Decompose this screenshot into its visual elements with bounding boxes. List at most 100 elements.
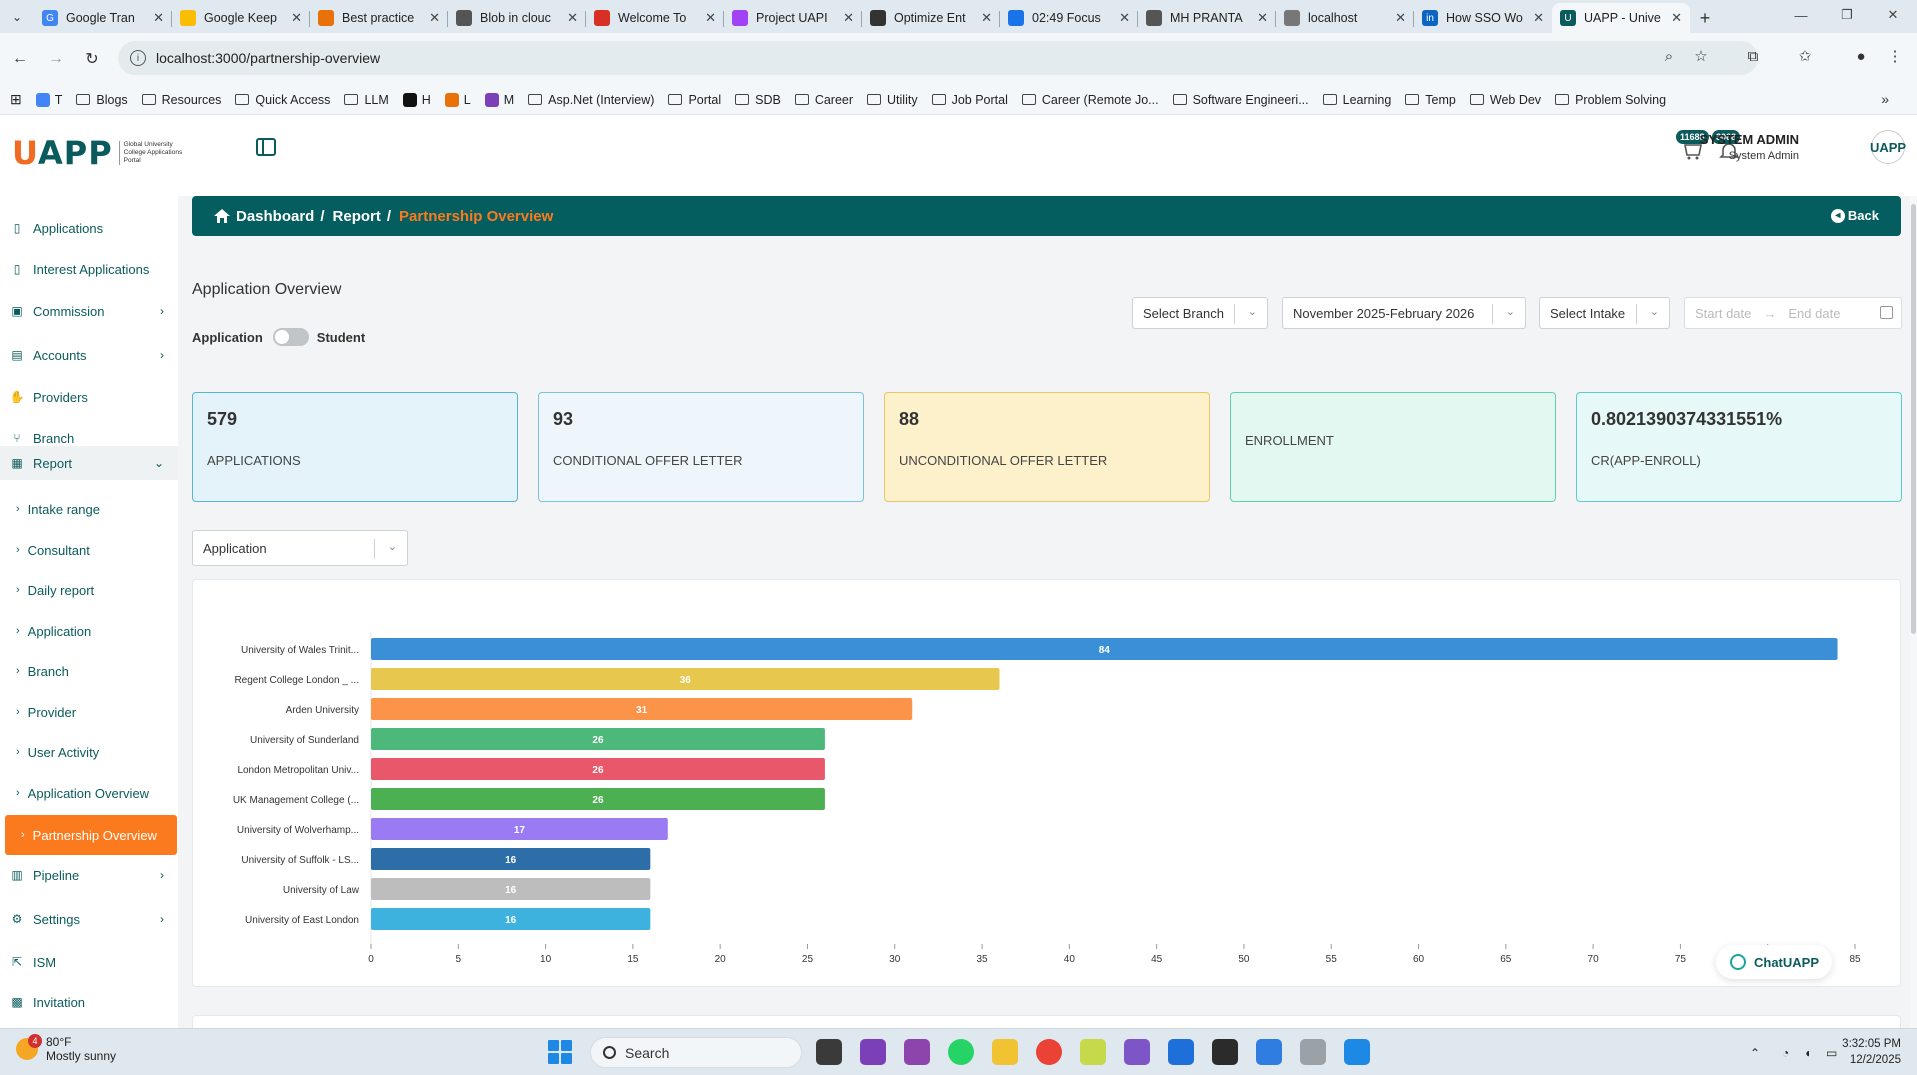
site-info-icon[interactable]: i xyxy=(130,50,146,66)
sidebar-sub-partnership-overview[interactable]: › Partnership Overview xyxy=(5,815,177,855)
browser-tab[interactable]: Google Keep ✕ xyxy=(172,3,310,33)
branch-select[interactable]: Select Branch ⌄ xyxy=(1132,297,1268,329)
tab-close-icon[interactable]: ✕ xyxy=(429,10,440,26)
tab-close-icon[interactable]: ✕ xyxy=(981,10,992,26)
forward-nav-icon[interactable]: → xyxy=(42,45,70,73)
bookmark-item[interactable]: L xyxy=(444,92,471,107)
sidebar-item-providers[interactable]: ✋ Providers xyxy=(0,380,178,414)
wifi-icon[interactable]: ◔ xyxy=(1782,1029,1789,1075)
tab-close-icon[interactable]: ✕ xyxy=(1533,10,1544,26)
tab-close-icon[interactable]: ✕ xyxy=(843,10,854,26)
system-clock[interactable]: 3:32:05 PM 12/2/2025 xyxy=(1842,1036,1901,1068)
vscode-icon[interactable] xyxy=(1344,1039,1370,1065)
chart-type-select[interactable]: Application ⌄ xyxy=(192,530,408,566)
bookmark-item[interactable]: T xyxy=(35,92,62,107)
tab-close-icon[interactable]: ✕ xyxy=(1119,10,1130,26)
file-explorer-icon[interactable] xyxy=(992,1039,1018,1065)
windows-start-icon[interactable] xyxy=(548,1040,572,1064)
sidebar-sub-intake-range[interactable]: › Intake range xyxy=(0,492,178,526)
app-icon[interactable] xyxy=(1300,1039,1326,1065)
tab-close-icon[interactable]: ✕ xyxy=(153,10,164,26)
whatsapp-icon[interactable] xyxy=(948,1039,974,1065)
sidebar-sub-daily-report[interactable]: › Daily report xyxy=(0,573,178,607)
bookmark-item[interactable]: Software Engineeri... xyxy=(1172,93,1309,107)
browser-tab[interactable]: MH PRANTA ✕ xyxy=(1138,3,1276,33)
browser-tab[interactable]: U UAPP - Unive ✕ xyxy=(1552,3,1690,33)
bookmark-item[interactable]: Resources xyxy=(141,93,221,107)
terminal-icon[interactable] xyxy=(1212,1039,1238,1065)
bookmark-item[interactable]: Asp.Net (Interview) xyxy=(528,93,654,107)
bookmark-item[interactable]: Learning xyxy=(1322,93,1391,107)
browser-tab[interactable]: in How SSO Wo ✕ xyxy=(1414,3,1552,33)
browser-tab[interactable]: localhost ✕ xyxy=(1276,3,1414,33)
sidebar-item-invitation[interactable]: ▩ Invitation xyxy=(0,985,178,1019)
sidebar-item-report[interactable]: ▦ Report ⌄ xyxy=(0,446,178,480)
sidebar-sub-user-activity[interactable]: › User Activity xyxy=(0,735,178,769)
bookmark-item[interactable]: Career (Remote Jo... xyxy=(1021,93,1159,107)
new-tab-button[interactable]: + xyxy=(1690,3,1720,33)
uapp-logo[interactable]: UAPP Global University College Applicati… xyxy=(12,134,189,172)
browser-tab[interactable]: Best practice ✕ xyxy=(310,3,448,33)
tab-close-icon[interactable]: ✕ xyxy=(1395,10,1406,26)
tab-close-icon[interactable]: ✕ xyxy=(567,10,578,26)
task-view-icon[interactable] xyxy=(816,1039,842,1065)
tab-close-icon[interactable]: ✕ xyxy=(1257,10,1268,26)
page-scrollbar[interactable] xyxy=(1910,196,1917,1028)
bookmark-item[interactable]: SDB xyxy=(735,93,781,107)
bookmark-item[interactable]: Utility xyxy=(867,93,918,107)
menu-dots-icon[interactable]: ⋮ xyxy=(1880,41,1910,71)
user-name[interactable]: SYSTEM ADMIN xyxy=(1700,132,1799,147)
visual-studio-icon[interactable] xyxy=(1124,1039,1150,1065)
chatuapp-button[interactable]: ChatUAPP xyxy=(1716,945,1832,979)
zoom-icon[interactable]: ⌕ xyxy=(1654,41,1684,71)
date-range-select[interactable]: November 2025-February 2026 ⌄ xyxy=(1282,297,1526,329)
avatar[interactable]: UAPP xyxy=(1870,130,1906,164)
tab-close-icon[interactable]: ✕ xyxy=(291,10,302,26)
browser-tab[interactable]: Project UAPI ✕ xyxy=(724,3,862,33)
volume-icon[interactable]: ◖ xyxy=(1804,1029,1811,1075)
end-date-input[interactable]: End date xyxy=(1788,306,1840,321)
battery-icon[interactable]: ▭ xyxy=(1826,1029,1837,1075)
bookmark-item[interactable]: LLM xyxy=(344,93,389,107)
breadcrumb-dashboard[interactable]: Dashboard xyxy=(236,208,314,225)
bookmark-star-icon[interactable]: ☆ xyxy=(1686,41,1716,71)
breadcrumb-report[interactable]: Report xyxy=(333,208,381,225)
sidebar-sub-provider[interactable]: › Provider xyxy=(0,695,178,729)
sidebar-sub-branch[interactable]: › Branch xyxy=(0,654,178,688)
restore-button[interactable]: ❐ xyxy=(1824,0,1870,30)
sidebar-sub-application[interactable]: › Application xyxy=(0,614,178,648)
sidebar-sub-consultant[interactable]: › Consultant xyxy=(0,533,178,567)
bookmark-item[interactable]: Temp xyxy=(1405,93,1456,107)
onenote-icon[interactable] xyxy=(860,1039,886,1065)
sidebar-toggle-icon[interactable] xyxy=(256,138,276,156)
close-window-button[interactable]: ✕ xyxy=(1870,0,1916,30)
browser-tab[interactable]: Optimize Ent ✕ xyxy=(862,3,1000,33)
taskbar-search[interactable]: Search xyxy=(590,1037,802,1068)
browser-tab[interactable]: Welcome To ✕ xyxy=(586,3,724,33)
tab-close-icon[interactable]: ✕ xyxy=(1671,10,1682,26)
tab-search-button[interactable]: ⌄ xyxy=(0,0,34,33)
tab-close-icon[interactable]: ✕ xyxy=(705,10,716,26)
back-nav-icon[interactable]: ← xyxy=(6,45,34,73)
minimize-button[interactable]: — xyxy=(1778,0,1824,30)
intake-select[interactable]: Select Intake ⌄ xyxy=(1539,297,1670,329)
sidebar-item-pipeline[interactable]: ▥ Pipeline › xyxy=(0,858,178,892)
bookmark-item[interactable]: H xyxy=(402,92,431,107)
application-student-toggle[interactable] xyxy=(272,328,309,346)
favorites-icon[interactable]: ✩ xyxy=(1790,41,1820,71)
apps-grid-icon[interactable]: ⊞ xyxy=(10,91,22,108)
bookmark-item[interactable]: Quick Access xyxy=(235,93,330,107)
weather-widget[interactable]: 4 80°F Mostly sunny xyxy=(16,1034,116,1063)
back-button[interactable]: ◂ Back xyxy=(1830,208,1879,223)
notepad-icon[interactable] xyxy=(1168,1039,1194,1065)
sidebar-item-settings[interactable]: ⚙ Settings › xyxy=(0,902,178,936)
browser-tab[interactable]: G Google Tran ✕ xyxy=(34,3,172,33)
tray-chevron-icon[interactable]: ⌃ xyxy=(1750,1029,1760,1075)
reload-icon[interactable]: ↻ xyxy=(78,45,106,73)
browser-tab[interactable]: Blob in clouc ✕ xyxy=(448,3,586,33)
more-bookmarks-icon[interactable]: » xyxy=(1881,91,1889,107)
chrome-icon[interactable] xyxy=(1036,1039,1062,1065)
bookmark-item[interactable]: Blogs xyxy=(76,93,128,107)
bookmark-item[interactable]: Portal xyxy=(668,93,721,107)
sidebar-item-ism[interactable]: ⇱ ISM xyxy=(0,945,178,979)
